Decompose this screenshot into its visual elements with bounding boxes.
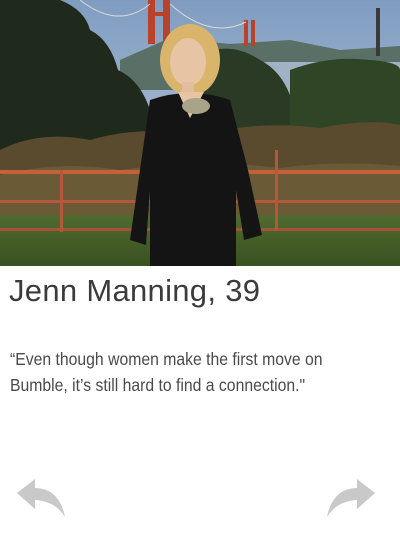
forward-button[interactable] (325, 477, 377, 521)
back-arrow-icon (17, 479, 65, 517)
back-button[interactable] (15, 477, 67, 521)
profile-card: Jenn Manning, 39 “Even though women make… (0, 0, 400, 533)
profile-age: 39 (225, 273, 261, 308)
profile-name: Jenn Manning (9, 273, 208, 308)
name-age-separator: , (207, 273, 226, 308)
profile-photo (0, 0, 400, 266)
profile-quote: “Even though women make the first move o… (10, 349, 323, 395)
forward-arrow-icon (327, 479, 375, 517)
profile-name-age: Jenn Manning, 39 (9, 273, 260, 309)
